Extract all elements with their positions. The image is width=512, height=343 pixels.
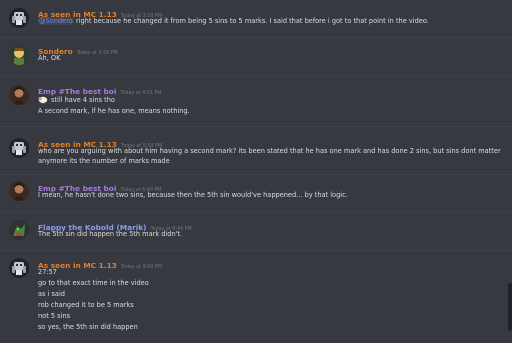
sheep-emoji-icon [38, 96, 48, 104]
message-text: I mean, he hasn't done two sins, because… [38, 191, 348, 199]
message-text: @Sondero right because he changed it fro… [38, 17, 429, 25]
user-mention[interactable]: @Sondero [38, 17, 74, 25]
divider [0, 211, 512, 212]
robot-avatar-icon [9, 8, 29, 28]
message-text: still have 4 sins tho [38, 95, 506, 106]
kobold-avatar-icon [9, 220, 29, 240]
divider [0, 75, 512, 76]
scrollbar-thumb[interactable] [508, 283, 512, 331]
avatar[interactable] [9, 45, 29, 65]
message-text: 27:57 [38, 268, 58, 276]
divider [0, 250, 512, 251]
chat-messages: As seen in MC 1.13 Today at 3:59 PM @Sond… [0, 0, 512, 343]
message-text: Ah, OK [38, 54, 61, 62]
message-text: go to that exact time in the video [38, 279, 149, 287]
avatar[interactable] [9, 138, 29, 158]
message-text: so yes, the 5th sin did happen [38, 323, 138, 331]
message-text: as i said [38, 290, 65, 298]
divider [0, 126, 512, 127]
message-text: who are you arguing with about him havin… [38, 147, 501, 165]
message-text: The 5th sin did happen the 5th mark didn… [38, 230, 183, 238]
divider [0, 37, 512, 38]
avatar[interactable] [9, 258, 29, 278]
divider [0, 174, 512, 175]
avatar[interactable] [9, 220, 29, 240]
robot-avatar-icon [9, 258, 29, 278]
avatar[interactable] [9, 8, 29, 28]
message-text: not 5 sins [38, 312, 71, 320]
person-avatar-icon [9, 85, 29, 105]
message-text: A second mark, if he has one, means noth… [38, 107, 190, 115]
character-avatar-icon [9, 45, 29, 65]
person-avatar-icon [9, 181, 29, 201]
robot-avatar-icon [9, 138, 29, 158]
avatar[interactable] [9, 85, 29, 105]
message-text: rob changed it to be 5 marks [38, 301, 134, 309]
avatar[interactable] [9, 181, 29, 201]
